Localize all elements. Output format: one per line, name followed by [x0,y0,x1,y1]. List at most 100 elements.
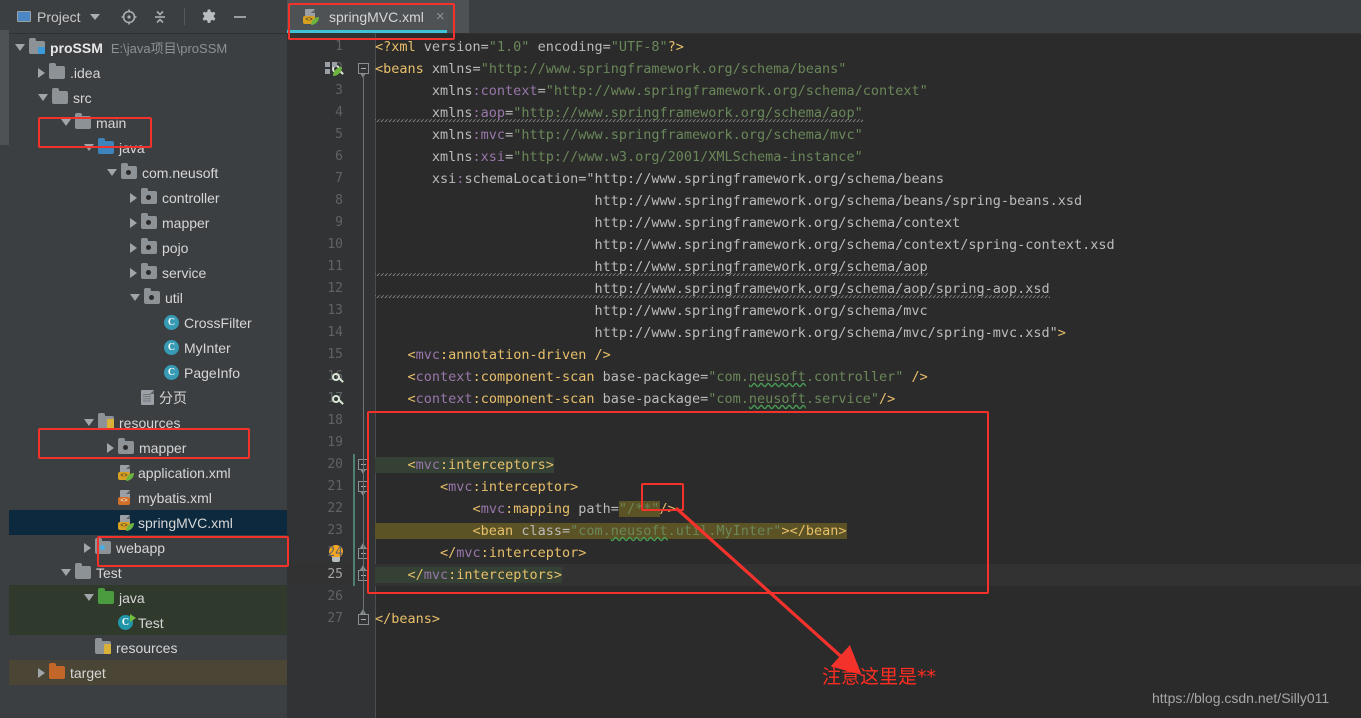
code-line: xmlns:xsi="http://www.w3.org/2001/XMLSch… [431,149,863,165]
tree-item-label: main [96,114,127,131]
tree-item-webapp[interactable]: webapp [9,535,287,560]
tree-item-pojo[interactable]: pojo [9,235,287,260]
tree-item-mybatis-xml[interactable]: <> mybatis.xml [9,485,287,510]
code-line: <?xml version="1.0" encoding="UTF-8"?> [375,39,684,55]
project-panel-label: Project [37,8,81,25]
chevron-down-icon[interactable] [84,144,94,151]
chevron-down-icon[interactable] [15,44,25,51]
spring-bean-gutter-icon[interactable] [329,392,345,408]
tree-item-util[interactable]: util [9,285,287,310]
line-number-gutter[interactable]: 1234567891011121314151617181920212223242… [287,33,353,718]
line-number: 10 [327,237,343,252]
tool-strip-stub[interactable] [0,525,9,645]
tree-item-springmvc-xml[interactable]: <> springMVC.xml [9,510,287,535]
chevron-down-icon[interactable] [130,294,140,301]
close-icon[interactable]: × [436,9,445,24]
tree-item-[interactable]: 分页 [9,385,287,410]
chevron-down-icon[interactable] [38,94,48,101]
settings-gear-icon[interactable] [200,8,218,26]
tree-item-test[interactable]: Test [9,560,287,585]
chevron-right-icon[interactable] [107,442,114,453]
tree-item-pageinfo[interactable]: C PageInfo [9,360,287,385]
chevron-down-icon[interactable] [61,119,71,126]
tree-item-src[interactable]: src [9,85,287,110]
code-line: <beans xmlns="http://www.springframework… [375,61,847,77]
project-tree[interactable]: proSSM E:\java项目\proSSM .idea src main java co… [9,33,287,718]
line-number: 11 [327,259,343,274]
code-folding-column[interactable] [353,33,376,718]
tree-item-java[interactable]: java [9,135,287,160]
tree-item-application-xml[interactable]: <> application.xml [9,460,287,485]
tree-item-label: controller [162,189,220,206]
tree-item-test[interactable]: C Test [9,610,287,635]
spring-bean-gutter-icon[interactable] [329,370,345,386]
line-number: 8 [335,193,343,208]
chevron-right-icon[interactable] [130,217,137,228]
tree-item-label: resources [116,639,178,656]
code-line: http://www.springframework.org/schema/ao… [375,278,1050,300]
tree-item-mapper[interactable]: mapper [9,435,287,460]
tree-item-resources[interactable]: resources [9,635,287,660]
tree-item-com-neusoft[interactable]: com.neusoft [9,160,287,185]
chevron-right-icon[interactable] [38,667,45,678]
tree-item-idea[interactable]: .idea [9,60,287,85]
tree-item-label: 分页 [159,389,187,406]
tree-item-controller[interactable]: controller [9,185,287,210]
code-line: xmlns:context="http://www.springframewor… [431,83,928,99]
chevron-down-icon[interactable] [89,13,100,20]
chevron-right-icon[interactable] [130,267,137,278]
code-viewport[interactable]: 1234567891011121314151617181920212223242… [287,33,1361,718]
tree-item-myinter[interactable]: C MyInter [9,335,287,360]
code-line: <context:component-scan base-package="co… [407,369,928,385]
line-number: 15 [327,347,343,362]
tree-item-target[interactable]: target [9,660,287,685]
tree-item-label: proSSM [50,39,103,56]
tree-item-label: java [119,139,145,156]
tree-item-main[interactable]: main [9,110,287,135]
chevron-right-icon[interactable] [38,67,45,78]
tree-item-crossfilter[interactable]: C CrossFilter [9,310,287,335]
line-number: 20 [327,457,343,472]
package-icon [118,438,134,454]
java-class-icon: C [164,315,179,330]
java-class-icon: C [164,340,179,355]
code-line: http://www.springframework.org/schema/be… [375,193,1083,209]
chevron-right-icon[interactable] [130,242,137,253]
code-line: <mvc:annotation-driven /> [407,347,611,363]
tree-item-label: Test [96,564,122,581]
tree-item-mapper[interactable]: mapper [9,210,287,235]
tool-strip-stub[interactable] [0,30,9,145]
tree-item-service[interactable]: service [9,260,287,285]
collapse-all-icon[interactable] [151,8,169,26]
chevron-down-icon[interactable] [84,419,94,426]
project-title-dropdown[interactable]: Project [17,9,100,25]
chevron-down-icon[interactable] [107,169,117,176]
tree-item-label: MyInter [184,339,231,356]
code-content[interactable]: <?xml version="1.0" encoding="UTF-8"?> <b… [375,33,1361,718]
chevron-down-icon[interactable] [61,569,71,576]
tree-item-java[interactable]: java [9,585,287,610]
fold-marker-line-27[interactable] [358,609,369,628]
tree-item-resources[interactable]: resources [9,410,287,435]
locate-target-icon[interactable] [120,8,138,26]
line-number: 21 [327,479,343,494]
chevron-down-icon[interactable] [84,594,94,601]
package-icon [141,238,157,254]
tab-label: springMVC.xml [329,8,424,25]
spring-config-gutter-icon[interactable] [325,62,342,76]
java-class-icon: C [164,365,179,380]
chevron-right-icon[interactable] [130,192,137,203]
tree-item-prossm[interactable]: proSSM E:\java项目\proSSM [9,35,287,60]
chevron-right-icon[interactable] [84,542,91,553]
code-line: <mvc:interceptors> [375,454,554,476]
line-number: 19 [327,435,343,450]
tree-item-label: PageInfo [184,364,241,381]
tab-springmvc-xml[interactable]: <> springMVC.xml × [287,0,469,33]
minimize-icon[interactable] [231,8,249,26]
resources-folder-icon [98,413,114,429]
test-source-folder-icon [98,588,114,604]
